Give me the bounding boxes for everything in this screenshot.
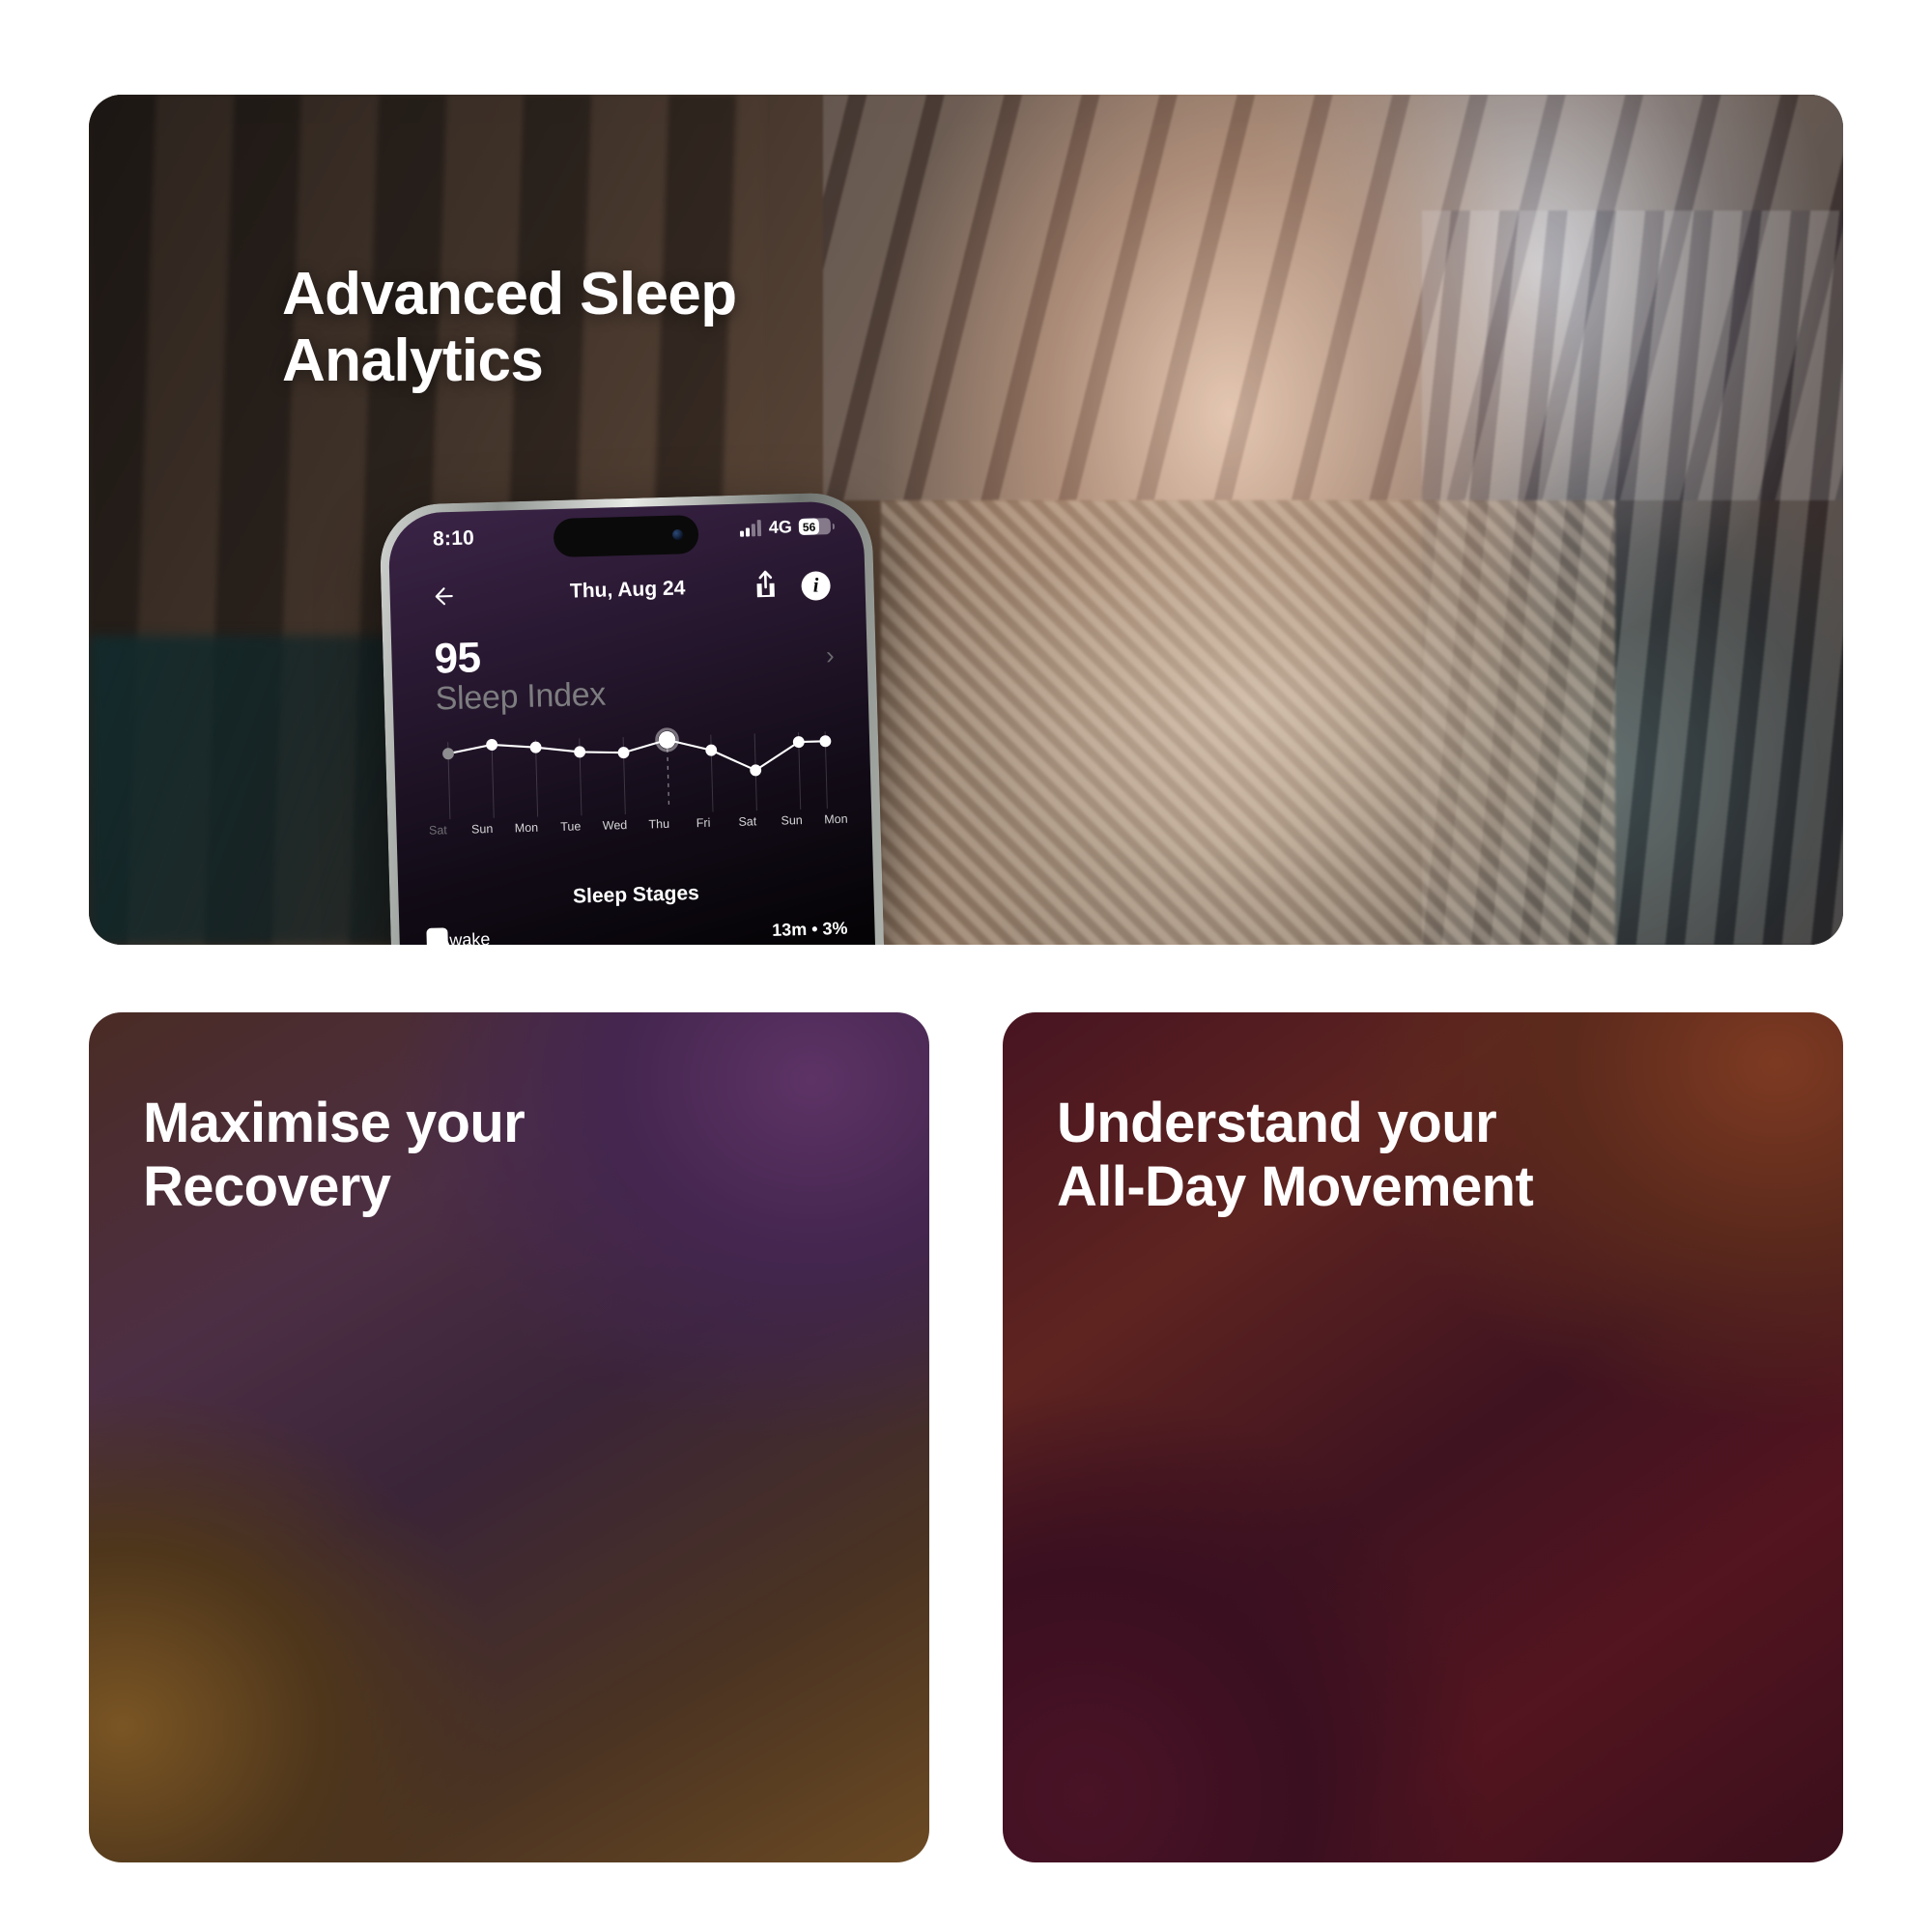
card-title-sleep: Advanced Sleep Analytics: [282, 261, 737, 395]
x-label: Sat: [428, 823, 447, 838]
sleep-stage-row-awake: Awake 13m • 3%: [426, 917, 848, 945]
phone-mockup-sleep: 8:10 4G 56 Thu, Aug 24 i 95 Sleep Index …: [379, 491, 889, 945]
stage-name: Awake: [438, 929, 491, 945]
nav-actions: i: [751, 567, 832, 606]
phone-screen-sleep: 8:10 4G 56 Thu, Aug 24 i 95 Sleep Index …: [387, 500, 880, 945]
battery-icon: 56: [798, 518, 832, 535]
x-label: Fri: [696, 815, 711, 831]
card-title-recovery: Maximise your Recovery: [143, 1092, 526, 1219]
card-title-movement: Understand your All-Day Movement: [1057, 1092, 1534, 1219]
front-camera-icon: [671, 528, 684, 541]
nav-date-label: Thu, Aug 24: [569, 577, 686, 603]
chevron-right-icon[interactable]: ›: [826, 640, 836, 670]
x-label: Tue: [560, 819, 582, 834]
score-block-sleep[interactable]: 95 Sleep Index ›: [434, 627, 836, 719]
battery-percent: 56: [798, 518, 820, 535]
status-time: 8:10: [432, 526, 475, 551]
dynamic-island: [553, 514, 699, 558]
sleep-index-line-chart: [427, 722, 848, 820]
x-label: Thu: [648, 816, 670, 832]
cellular-signal-icon: [739, 520, 762, 537]
share-icon[interactable]: [751, 569, 781, 606]
back-arrow-icon[interactable]: [428, 582, 458, 611]
x-label: Sun: [781, 813, 803, 828]
card-recovery: Maximise your Recovery 2:32: [89, 1012, 929, 1862]
status-indicators: 4G 56: [739, 516, 832, 539]
x-label: Mon: [824, 811, 848, 827]
card-sleep-analytics: Advanced Sleep Analytics 8:10 4G 56 Thu,…: [89, 95, 1843, 945]
x-label: Sun: [470, 821, 494, 837]
stage-value: 13m • 3%: [771, 918, 848, 940]
info-icon[interactable]: i: [801, 570, 832, 601]
card-movement: Understand your All-Day Movement 4:04: [1003, 1012, 1843, 1862]
sleep-stages-title: Sleep Stages: [572, 882, 700, 908]
x-label: Mon: [514, 820, 539, 836]
x-label: Sat: [738, 814, 757, 829]
network-type-label: 4G: [768, 517, 793, 537]
hero-photo-knit-blanket: [881, 500, 1615, 945]
marketing-showcase-page: Advanced Sleep Analytics 8:10 4G 56 Thu,…: [0, 0, 1932, 1932]
x-label: Wed: [602, 818, 628, 833]
